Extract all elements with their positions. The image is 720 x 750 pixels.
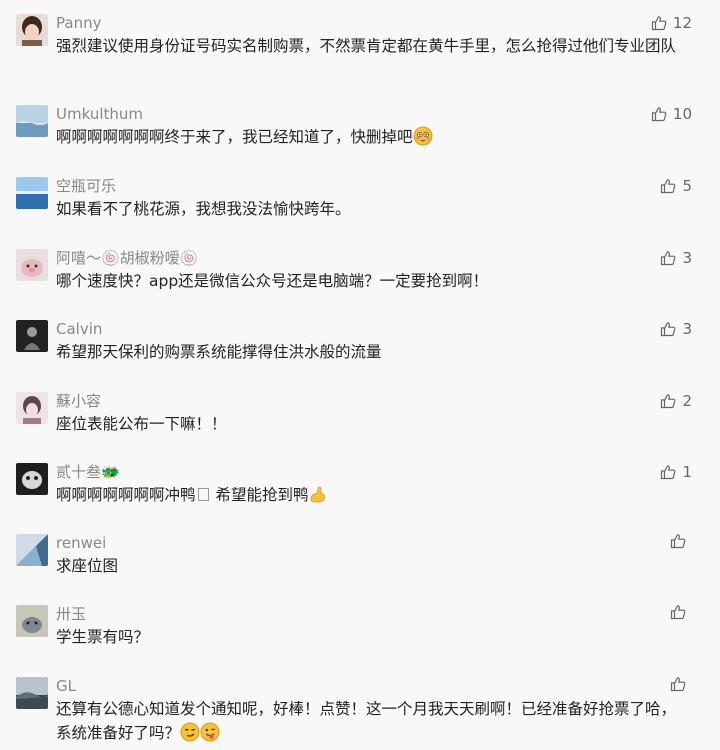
comment-text: 学生票有吗？	[56, 628, 150, 646]
thumbs-up-icon	[670, 533, 686, 549]
like-count: 2	[682, 392, 692, 410]
like-button[interactable]: 3	[660, 248, 692, 268]
comment-text: 还算有公德心知道发个通知呢，好棒！点赞！这一个月我天天刷啊！已经准备好抢票了哈，…	[56, 700, 677, 742]
flushed-face-icon	[413, 126, 433, 146]
avatar[interactable]	[16, 105, 48, 137]
like-count: 5	[682, 177, 692, 195]
comment-item: 阿嘻～🍥胡椒粉嗳🍥 哪个速度快？app还是微信公众号还是电脑端？一定要抢到啊！ …	[0, 235, 720, 306]
comment-item: Panny 强烈建议使用身份证号码实名制购票，不然票肯定都在黄牛手里，怎么抢得过…	[0, 0, 720, 91]
avatar[interactable]	[16, 14, 48, 46]
comment-item: 贰十叁🐲 啊啊啊啊啊啊啊冲鸭 希望能抢到鸭 1	[0, 449, 720, 520]
smirking-face-icon	[180, 722, 200, 742]
comment-item: renwei 求座位图	[0, 520, 720, 591]
comment-author[interactable]: 卅玉	[56, 603, 704, 625]
comment-item: Calvin 希望那天保利的购票系统能撑得住洪水般的流量 3	[0, 306, 720, 378]
thumbs-up-icon	[660, 178, 676, 194]
avatar[interactable]	[16, 249, 48, 281]
like-button[interactable]	[670, 604, 692, 620]
avatar[interactable]	[16, 392, 48, 424]
comment-text: 座位表能公布一下嘛！！	[56, 415, 227, 433]
like-count: 12	[672, 14, 692, 32]
like-button[interactable]	[670, 533, 692, 549]
like-button[interactable]: 2	[660, 391, 692, 411]
comment-item: 卅玉 学生票有吗？	[0, 591, 720, 663]
thumbs-up-icon	[670, 604, 686, 620]
comment-author[interactable]: Panny	[56, 12, 704, 34]
thumbs-up-icon	[651, 15, 667, 31]
avatar[interactable]	[16, 534, 48, 566]
comment-text: 哪个速度快？app还是微信公众号还是电脑端？一定要抢到啊！	[56, 272, 489, 290]
thumbs-up-icon	[670, 676, 686, 692]
avatar[interactable]	[16, 605, 48, 637]
comment-item: 空瓶可乐 如果看不了桃花源，我想我没法愉快跨年。 5	[0, 163, 720, 235]
like-button[interactable]: 1	[660, 462, 692, 482]
thumbs-up-icon	[660, 250, 676, 266]
like-button[interactable]: 10	[651, 104, 692, 124]
comment-text: 希望那天保利的购票系统能撑得住洪水般的流量	[56, 343, 382, 361]
comment-item: GL 还算有公德心知道发个通知呢，好棒！点赞！这一个月我天天刷啊！已经准备好抢票…	[0, 663, 720, 742]
comment-author[interactable]: 阿嘻～🍥胡椒粉嗳🍥	[56, 247, 704, 269]
comment-item: Umkulthum 啊啊啊啊啊啊啊终于来了，我已经知道了，快删掉吧 10	[0, 91, 720, 163]
thumbs-up-icon	[660, 321, 676, 337]
avatar[interactable]	[16, 677, 48, 709]
comment-text: 强烈建议使用身份证号码实名制购票，不然票肯定都在黄牛手里，怎么抢得过他们专业团队	[56, 37, 677, 55]
comment-text: 求座位图	[56, 557, 119, 575]
like-button[interactable]: 12	[651, 13, 692, 33]
comment-list: Panny 强烈建议使用身份证号码实名制购票，不然票肯定都在黄牛手里，怎么抢得过…	[0, 0, 720, 742]
comment-item: 蘇小容 座位表能公布一下嘛！！ 2	[0, 378, 720, 449]
avatar[interactable]	[16, 463, 48, 495]
like-button[interactable]: 3	[660, 319, 692, 339]
winking-tongue-face-icon	[200, 722, 220, 742]
comment-author[interactable]: renwei	[56, 532, 704, 554]
thumbs-up-icon	[660, 393, 676, 409]
thumbs-up-icon	[651, 106, 667, 122]
like-button[interactable]: 5	[660, 176, 692, 196]
missing-glyph-icon	[197, 488, 209, 501]
like-count: 10	[672, 105, 692, 123]
avatar[interactable]	[16, 320, 48, 352]
like-count: 3	[682, 249, 692, 267]
thumbs-up-icon	[660, 464, 676, 480]
comment-text: 啊啊啊啊啊啊啊冲鸭 希望能抢到鸭	[56, 483, 704, 507]
comment-author[interactable]: 蘇小容	[56, 390, 704, 412]
comment-author[interactable]: 空瓶可乐	[56, 175, 704, 197]
like-count: 1	[682, 463, 692, 481]
comment-author[interactable]: GL	[56, 675, 704, 697]
like-button[interactable]	[670, 676, 692, 692]
comment-author[interactable]: 贰十叁🐲	[56, 461, 704, 483]
comment-author[interactable]: Calvin	[56, 318, 704, 340]
flexed-biceps-icon	[308, 484, 328, 504]
like-count: 3	[682, 320, 692, 338]
comment-author[interactable]: Umkulthum	[56, 103, 704, 125]
comment-text: 啊啊啊啊啊啊啊终于来了，我已经知道了，快删掉吧	[56, 125, 704, 149]
comment-text: 如果看不了桃花源，我想我没法愉快跨年。	[56, 200, 351, 218]
avatar[interactable]	[16, 177, 48, 209]
